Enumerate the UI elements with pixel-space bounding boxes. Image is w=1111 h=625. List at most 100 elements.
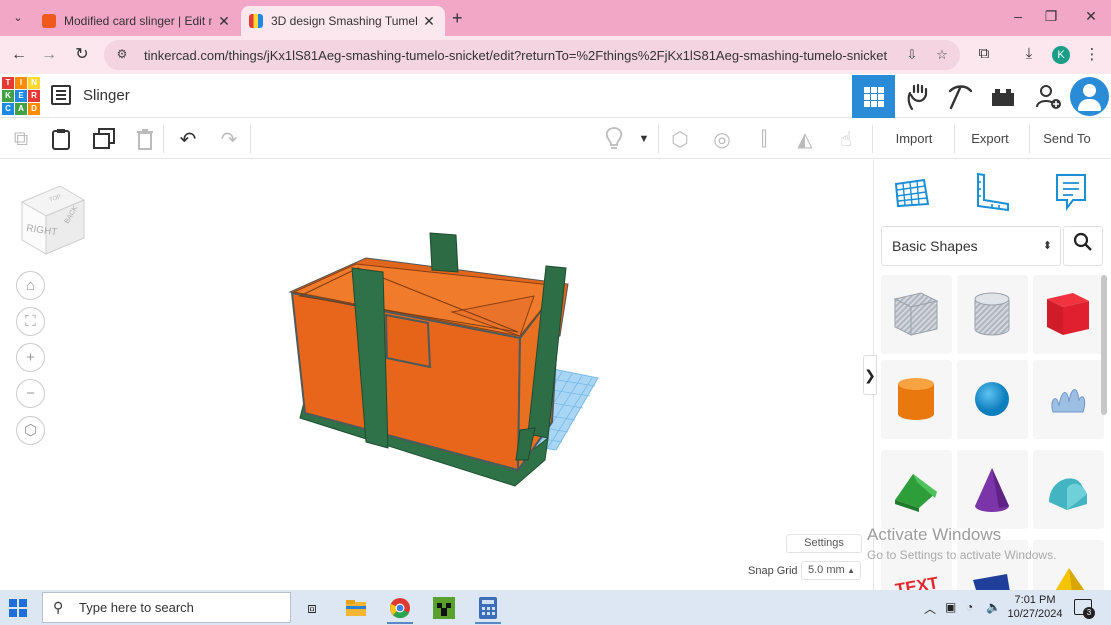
install-app-icon[interactable]: ⇩ <box>900 47 924 63</box>
forward-arrow-icon[interactable]: → <box>38 45 60 65</box>
file-explorer-icon[interactable] <box>343 595 369 621</box>
user-avatar[interactable] <box>1070 77 1109 116</box>
extensions-puzzle-icon[interactable]: ⧉ <box>973 45 995 62</box>
notification-count-badge: 3 <box>1083 607 1095 619</box>
profile-avatar[interactable]: K <box>1052 46 1070 64</box>
shape-cone[interactable] <box>957 450 1028 529</box>
3d-model-slinger[interactable] <box>0 160 872 590</box>
tab-title: 3D design Smashing Tumelo-Sni <box>271 14 417 28</box>
redo-arrow-icon[interactable]: ↷ <box>215 125 243 153</box>
logo-letter-tile: T <box>2 77 14 89</box>
invite-user-button[interactable] <box>1027 75 1070 118</box>
shape-scribble[interactable] <box>1033 360 1104 439</box>
logo-letter-tile: R <box>28 90 40 102</box>
cruise-icon[interactable]: ☝ <box>832 125 860 153</box>
browser-tab-card-slinger[interactable]: Modified card slinger | Edit moc ✕ <box>34 6 240 36</box>
new-tab-plus-icon[interactable]: + <box>452 8 463 29</box>
network-wifi-icon[interactable]: ◔ <box>966 600 973 614</box>
taskbar-search-box[interactable]: ⚲ Type here to search <box>42 592 291 623</box>
group-icon[interactable]: ⬡ <box>666 125 694 153</box>
design-title[interactable]: Slinger <box>83 87 130 104</box>
shape-cylinder-hole[interactable] <box>957 275 1028 354</box>
delete-trash-icon[interactable] <box>131 125 159 153</box>
workplane-viewport[interactable]: RIGHT BACK TOP ⌂ ⛶ + − ⬡ Settings Snap G… <box>0 160 872 590</box>
align-icon[interactable]: ⫿ <box>750 125 778 153</box>
snap-grid-select[interactable]: 5.0 mm ▲ <box>801 561 861 580</box>
round-roof-icon <box>1049 478 1087 510</box>
logo-letter-tile: C <box>2 103 14 115</box>
active-app-indicator <box>475 622 501 624</box>
volume-speaker-icon[interactable]: 🔈 <box>986 600 1001 614</box>
search-icon <box>1073 232 1092 251</box>
logo-letter-tile: K <box>2 90 14 102</box>
taskbar-clock[interactable]: 7:01 PM 10/27/2024 <box>1006 593 1064 621</box>
copy-icon[interactable]: ⧉ <box>7 125 35 153</box>
sphere-icon <box>975 382 1009 416</box>
roof-icon <box>895 474 937 512</box>
export-button[interactable]: Export <box>964 127 1016 151</box>
tab-favicon-icon <box>42 14 56 28</box>
chrome-taskbar-icon[interactable] <box>387 595 413 621</box>
3d-view-grid-button[interactable] <box>852 75 895 118</box>
browser-tab-3d-design[interactable]: 3D design Smashing Tumelo-Sni ✕ <box>241 6 445 36</box>
calculator-taskbar-icon[interactable] <box>475 595 501 621</box>
logo-letter-tile: N <box>28 77 40 89</box>
lego-brick-button[interactable] <box>981 75 1024 118</box>
settings-button[interactable]: Settings <box>786 534 862 553</box>
import-button[interactable]: Import <box>887 127 941 151</box>
ungroup-icon[interactable]: ◎ <box>708 125 736 153</box>
browser-toolbar: ← → ↻ ⚙ tinkercad.com/things/jKx1lS81Aeg… <box>0 36 1111 74</box>
duplicate-icon[interactable] <box>90 125 118 153</box>
bookmark-star-icon[interactable]: ☆ <box>930 47 954 63</box>
shape-category-value: Basic Shapes <box>892 238 978 254</box>
task-view-icon[interactable]: ⧈ <box>299 595 325 621</box>
send-to-button[interactable]: Send To <box>1038 127 1096 151</box>
back-arrow-icon[interactable]: ← <box>8 45 30 65</box>
taskbar-search-placeholder: Type here to search <box>79 600 194 615</box>
shape-roof[interactable] <box>881 450 952 529</box>
minecraft-taskbar-icon[interactable] <box>431 595 457 621</box>
shape-box[interactable] <box>1033 275 1104 354</box>
windows-start-icon[interactable] <box>9 599 27 617</box>
caret-up-icon: ▲ <box>847 566 855 575</box>
meet-now-icon[interactable]: ▣ <box>945 600 956 614</box>
collapse-panel-chevron-icon[interactable]: ❯ <box>863 355 877 395</box>
toolbar-divider <box>163 125 164 153</box>
downloads-icon[interactable]: ⤓ <box>1018 45 1040 62</box>
mirror-icon[interactable]: ◭ <box>791 125 819 153</box>
reload-icon[interactable]: ↻ <box>71 45 93 65</box>
tray-chevron-up-icon[interactable]: ︿ <box>924 600 936 617</box>
site-info-icon[interactable]: ⚙ <box>114 47 130 63</box>
browser-menu-icon[interactable]: ⋮ <box>1081 45 1103 63</box>
tab-search-chevron-icon[interactable]: ⌄ <box>8 8 28 28</box>
minimize-window-icon[interactable]: – <box>1008 8 1028 24</box>
close-tab-icon[interactable]: ✕ <box>216 13 232 30</box>
shape-round-roof[interactable] <box>1033 450 1104 529</box>
shape-sphere[interactable] <box>957 360 1028 439</box>
panel-scrollbar[interactable] <box>1101 275 1107 415</box>
close-window-icon[interactable]: ✕ <box>1081 8 1101 25</box>
toolbar-divider <box>1029 125 1030 153</box>
address-bar[interactable]: ⚙ tinkercad.com/things/jKx1lS81Aeg-smash… <box>104 40 960 70</box>
lightbulb-icon[interactable] <box>600 125 628 153</box>
dropdown-arrow-icon[interactable]: ▼ <box>632 125 656 153</box>
box-icon <box>1047 293 1089 335</box>
design-list-icon[interactable] <box>51 85 71 105</box>
undo-arrow-icon[interactable]: ↶ <box>174 125 202 153</box>
notes-tool-icon[interactable] <box>1049 170 1093 214</box>
logo-letter-tile: I <box>15 77 27 89</box>
pickaxe-minecraft-button[interactable] <box>938 75 981 118</box>
ruler-tool-icon[interactable] <box>970 170 1014 214</box>
paste-icon[interactable] <box>47 125 75 153</box>
close-tab-icon[interactable]: ✕ <box>421 13 437 30</box>
restore-window-icon[interactable]: ❐ <box>1041 8 1061 25</box>
search-shapes-button[interactable] <box>1063 226 1103 266</box>
codeblocks-hand-button[interactable] <box>896 75 939 118</box>
shape-box-hole[interactable] <box>881 275 952 354</box>
shape-cylinder[interactable] <box>881 360 952 439</box>
grid-icon <box>863 86 884 107</box>
shape-category-select[interactable]: Basic Shapes ⬍ <box>881 226 1061 266</box>
workplane-tool-icon[interactable] <box>890 170 934 214</box>
toolbar-divider <box>658 125 659 153</box>
tinkercad-logo[interactable]: TIN KER CAD <box>2 77 40 115</box>
